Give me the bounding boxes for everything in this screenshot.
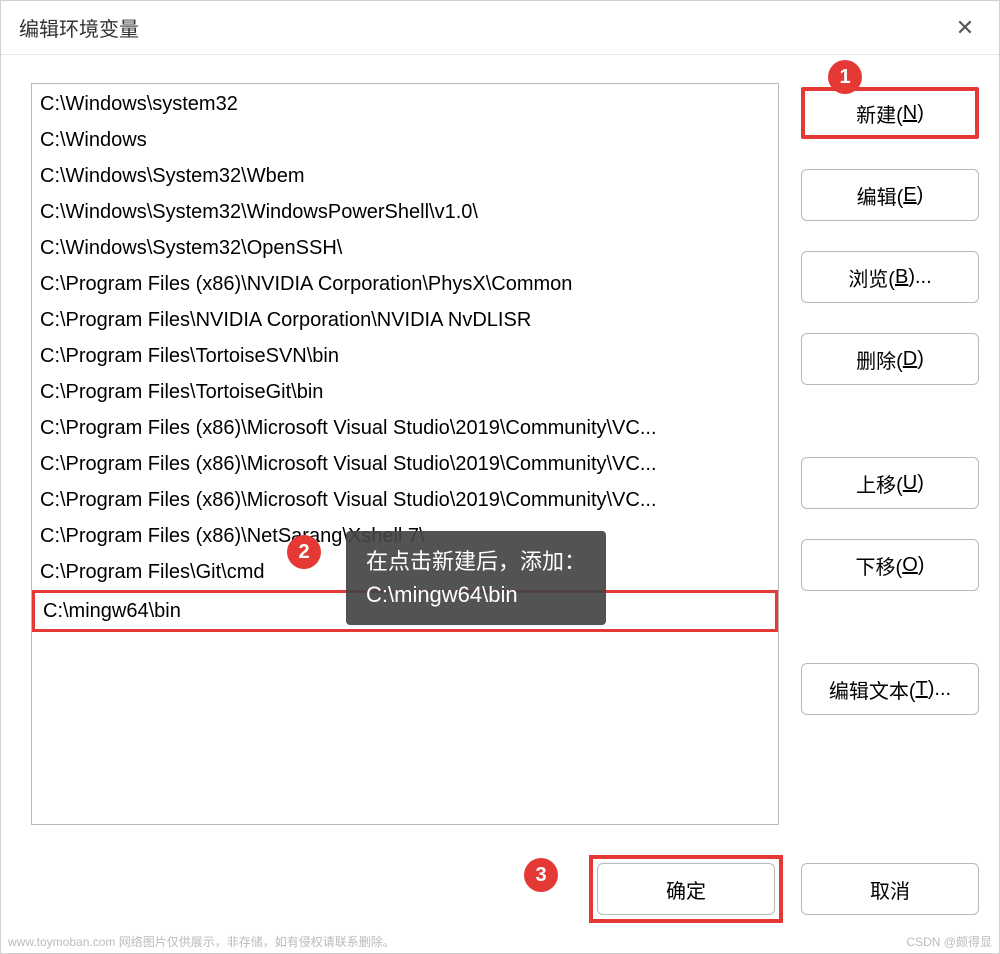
- ok-button[interactable]: 确定: [597, 863, 775, 915]
- dialog-title: 编辑环境变量: [19, 13, 139, 42]
- button-label: 新建(: [856, 99, 903, 128]
- edittext-button[interactable]: 编辑文本(T)...: [801, 663, 979, 715]
- annotation-tooltip: 在点击新建后，添加： C:\mingw64\bin: [346, 531, 606, 625]
- edit-button[interactable]: 编辑(E): [801, 169, 979, 221]
- button-key: U: [903, 472, 917, 495]
- button-key: E: [903, 184, 916, 207]
- button-close: ): [918, 554, 925, 577]
- button-label: 浏览(: [848, 263, 895, 292]
- browse-button[interactable]: 浏览(B)...: [801, 251, 979, 303]
- button-close: ): [917, 184, 924, 207]
- button-label: 下移(: [856, 551, 903, 580]
- button-label: 编辑文本(: [829, 675, 916, 704]
- new-button[interactable]: 新建(N): [805, 91, 975, 135]
- list-item[interactable]: C:\Windows\System32\OpenSSH\: [32, 230, 778, 266]
- close-button[interactable]: ✕: [949, 12, 981, 44]
- button-key: D: [903, 348, 917, 371]
- list-item[interactable]: C:\Program Files (x86)\Microsoft Visual …: [32, 410, 778, 446]
- button-key: N: [903, 102, 917, 125]
- button-label: 编辑(: [857, 181, 904, 210]
- moveup-button[interactable]: 上移(U): [801, 457, 979, 509]
- list-item[interactable]: C:\Windows\System32\Wbem: [32, 158, 778, 194]
- watermark-right: CSDN @颇得显: [906, 933, 992, 950]
- list-item[interactable]: C:\Program Files (x86)\Microsoft Visual …: [32, 446, 778, 482]
- tooltip-line: 在点击新建后，添加：: [366, 545, 586, 578]
- button-close: ): [917, 102, 924, 125]
- titlebar: 编辑环境变量 ✕: [1, 1, 999, 55]
- button-key: B: [895, 266, 908, 289]
- new-button-highlight: 新建(N): [801, 87, 979, 139]
- button-close: )...: [908, 266, 931, 289]
- annotation-marker-1: 1: [828, 60, 862, 94]
- watermark-left: www.toymoban.com 网络图片仅供展示，非存储，如有侵权请联系删除。: [8, 933, 395, 950]
- ok-button-highlight: 确定: [589, 855, 783, 923]
- movedown-button[interactable]: 下移(O): [801, 539, 979, 591]
- button-close: ): [917, 472, 924, 495]
- button-close: ): [917, 348, 924, 371]
- button-label: 上移(: [856, 469, 903, 498]
- button-key: T: [916, 678, 928, 701]
- list-item[interactable]: C:\Program Files\NVIDIA Corporation\NVID…: [32, 302, 778, 338]
- close-icon: ✕: [956, 15, 974, 41]
- list-item[interactable]: C:\Windows: [32, 122, 778, 158]
- list-item[interactable]: C:\Program Files (x86)\NVIDIA Corporatio…: [32, 266, 778, 302]
- list-item[interactable]: C:\Windows\System32\WindowsPowerShell\v1…: [32, 194, 778, 230]
- annotation-marker-3: 3: [524, 858, 558, 892]
- env-var-dialog: 编辑环境变量 ✕ C:\Windows\system32 C:\Windows …: [0, 0, 1000, 954]
- button-key: O: [902, 554, 918, 577]
- list-item[interactable]: C:\Windows\system32: [32, 86, 778, 122]
- list-item[interactable]: C:\Program Files (x86)\Microsoft Visual …: [32, 482, 778, 518]
- cancel-button[interactable]: 取消: [801, 863, 979, 915]
- side-button-group: 新建(N) 编辑(E) 浏览(B)... 删除(D) 上移(U) 下移(O) 编…: [801, 83, 979, 835]
- dialog-footer: 确定 取消: [1, 845, 999, 943]
- list-item[interactable]: C:\Program Files\TortoiseSVN\bin: [32, 338, 778, 374]
- tooltip-line: C:\mingw64\bin: [366, 578, 586, 611]
- button-close: )...: [928, 678, 951, 701]
- annotation-marker-2: 2: [287, 535, 321, 569]
- path-listbox[interactable]: C:\Windows\system32 C:\Windows C:\Window…: [31, 83, 779, 825]
- delete-button[interactable]: 删除(D): [801, 333, 979, 385]
- button-label: 删除(: [856, 345, 903, 374]
- list-item[interactable]: C:\Program Files\TortoiseGit\bin: [32, 374, 778, 410]
- dialog-content: C:\Windows\system32 C:\Windows C:\Window…: [1, 55, 999, 845]
